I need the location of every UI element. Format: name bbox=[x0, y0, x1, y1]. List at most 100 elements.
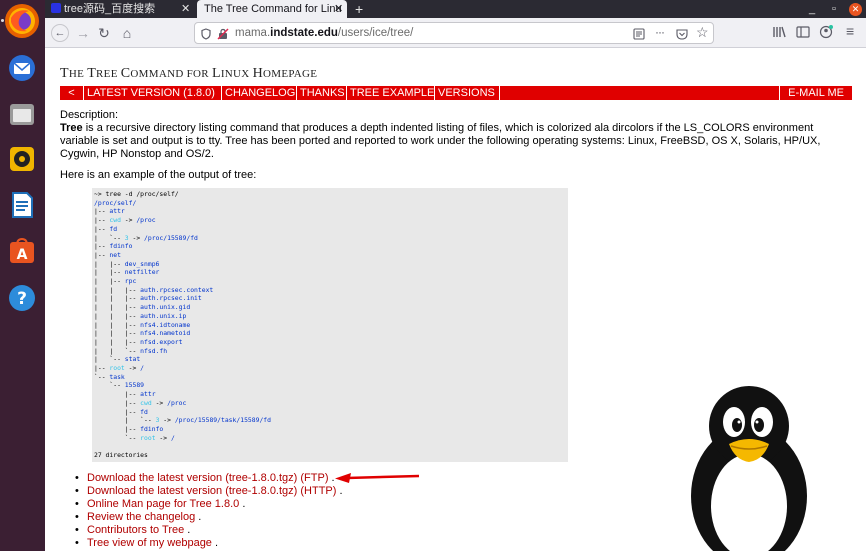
tree-text: -> bbox=[159, 416, 175, 425]
menu-item[interactable]: THANKS bbox=[297, 86, 347, 100]
download-link[interactable]: Online Man page for Tree 1.8.0 bbox=[87, 498, 239, 510]
tree-symlink: root bbox=[109, 364, 125, 373]
tree-dir: fd bbox=[140, 407, 148, 416]
description-text: Tree is a recursive directory listing co… bbox=[60, 122, 850, 161]
tree-text: | | |-- bbox=[94, 285, 141, 294]
list-item: Tree view of my webpage . bbox=[75, 537, 343, 550]
tab-title: The Tree Command for Linu bbox=[204, 3, 342, 15]
url-bar[interactable]: mama.indstate.edu/users/ice/tree/ ··· ☆ bbox=[194, 22, 714, 44]
title-rest: OMEPAGE bbox=[263, 68, 318, 80]
tree-text: | | |-- bbox=[94, 294, 141, 303]
tree-dir: rpc bbox=[124, 277, 137, 286]
page-actions-icon[interactable]: ··· bbox=[655, 25, 665, 39]
hamburger-menu-icon[interactable]: ≡ bbox=[846, 23, 854, 39]
tree-dir: 15589 bbox=[124, 381, 145, 390]
list-item-period: . bbox=[184, 524, 191, 536]
tree-text: -> bbox=[151, 398, 168, 407]
description-bold: Tree bbox=[60, 122, 83, 134]
tree-dir: /proc bbox=[167, 398, 187, 407]
title-initial: T bbox=[87, 66, 97, 81]
download-link[interactable]: Tree view of my webpage bbox=[87, 537, 212, 549]
list-item: Download the latest version (tree-1.8.0.… bbox=[75, 472, 343, 485]
thunderbird-icon[interactable] bbox=[5, 51, 39, 85]
tree-dir: nfsd.fh bbox=[140, 346, 168, 355]
navigation-bar: ← → ↻ ⌂ mama.indstate.edu/users/ice/tree… bbox=[45, 18, 866, 48]
url-prefix: mama. bbox=[235, 27, 271, 39]
tree-text: `-- bbox=[94, 372, 110, 381]
tree-dir: nfs4.nametoid bbox=[140, 329, 191, 338]
menu-item[interactable]: LATEST VERSION (1.8.0) bbox=[84, 86, 222, 100]
tree-text: `-- bbox=[94, 381, 125, 390]
tree-text: |-- bbox=[94, 364, 110, 373]
account-icon[interactable] bbox=[819, 24, 834, 44]
tree-text: -> bbox=[124, 364, 141, 373]
tree-text: 27 directories bbox=[94, 451, 148, 460]
tree-text: | | |-- bbox=[94, 311, 141, 320]
tree-dir: auth.rpcsec.init bbox=[140, 294, 202, 303]
tree-symlink: cwd bbox=[140, 398, 152, 407]
tree-text: |-- bbox=[94, 407, 141, 416]
tree-dir: / bbox=[140, 364, 145, 373]
menu-item[interactable]: < bbox=[60, 86, 84, 100]
running-indicator bbox=[1, 19, 4, 22]
writer-icon[interactable] bbox=[5, 188, 39, 222]
menu-item[interactable]: CHANGELOG bbox=[222, 86, 297, 100]
tab-tree[interactable]: The Tree Command for Linu bbox=[197, 0, 347, 18]
tree-dir: task bbox=[109, 372, 125, 381]
tree-dir: dev_snmp6 bbox=[124, 259, 160, 268]
download-link[interactable]: Review the changelog bbox=[87, 511, 195, 523]
reload-icon[interactable]: ↻ bbox=[95, 24, 113, 42]
list-item: Contributors to Tree . bbox=[75, 524, 343, 537]
tab-bar: tree源码_百度搜索 ✕ The Tree Command for Linu … bbox=[45, 0, 866, 18]
shield-icon[interactable] bbox=[201, 27, 211, 45]
help-icon[interactable]: ? bbox=[5, 281, 39, 315]
home-icon[interactable]: ⌂ bbox=[118, 24, 136, 42]
tree-text: ~> tree -d /proc/self/ bbox=[94, 190, 179, 198]
back-icon[interactable]: ← bbox=[51, 24, 69, 42]
menu-item[interactable]: VERSIONS bbox=[435, 86, 500, 100]
tree-text: | `-- bbox=[94, 355, 125, 364]
maximize-icon[interactable]: ▫ bbox=[823, 3, 845, 15]
download-link[interactable]: Download the latest version (tree-1.8.0.… bbox=[87, 485, 336, 497]
ubuntu-dock: A ? bbox=[0, 0, 45, 551]
list-item: Download the latest version (tree-1.8.0.… bbox=[75, 485, 343, 498]
tab-close-icon[interactable]: ✕ bbox=[181, 0, 190, 18]
tree-dir: /proc bbox=[136, 216, 156, 225]
tree-text: |-- bbox=[94, 207, 110, 216]
title-rest: INUX bbox=[220, 68, 253, 80]
software-icon[interactable]: A bbox=[5, 234, 39, 268]
download-links: Download the latest version (tree-1.8.0.… bbox=[75, 472, 343, 550]
pocket-icon[interactable] bbox=[676, 27, 688, 45]
window-close-icon[interactable]: ✕ bbox=[849, 2, 862, 16]
page-viewport: THE TREE COMMAND FOR LINUX HOMEPAGE < LAT… bbox=[45, 48, 866, 551]
files-icon[interactable] bbox=[5, 97, 39, 131]
svg-text:A: A bbox=[17, 247, 28, 263]
download-link[interactable]: Download the latest version (tree-1.8.0.… bbox=[87, 472, 328, 484]
tree-dir: netfilter bbox=[124, 268, 160, 277]
reader-view-icon[interactable] bbox=[633, 27, 645, 45]
download-link[interactable]: Contributors to Tree bbox=[87, 524, 184, 536]
title-rest: OMMAND FOR bbox=[130, 68, 212, 80]
tab-close-icon[interactable]: ✕ bbox=[334, 0, 343, 18]
tree-dir: attr bbox=[109, 207, 125, 216]
library-icon[interactable] bbox=[772, 25, 786, 44]
email-me-link[interactable]: E-MAIL ME bbox=[779, 86, 852, 100]
new-tab-button[interactable]: + bbox=[355, 0, 363, 18]
tree-text: -> bbox=[128, 233, 145, 242]
tree-dir: /proc/15589/task/15589/fd bbox=[174, 416, 271, 425]
forward-icon[interactable]: → bbox=[74, 24, 92, 42]
insecure-lock-icon[interactable] bbox=[217, 27, 229, 45]
firefox-icon[interactable] bbox=[5, 4, 39, 38]
description-body: is a recursive directory listing command… bbox=[60, 122, 821, 160]
minimize-icon[interactable]: _ bbox=[801, 3, 823, 15]
tree-dir: auth.unix.gid bbox=[140, 303, 191, 312]
tree-text: |-- bbox=[94, 398, 141, 407]
list-item-period: . bbox=[211, 537, 219, 549]
bookmark-star-icon[interactable]: ☆ bbox=[696, 24, 709, 41]
baidu-favicon bbox=[51, 3, 61, 13]
tree-text: |-- bbox=[94, 390, 141, 399]
rhythmbox-icon[interactable] bbox=[5, 142, 39, 176]
tab-baidu[interactable]: tree源码_百度搜索 bbox=[51, 0, 197, 18]
menu-item[interactable]: TREE EXAMPLE bbox=[347, 86, 435, 100]
sidebar-icon[interactable] bbox=[796, 25, 810, 44]
